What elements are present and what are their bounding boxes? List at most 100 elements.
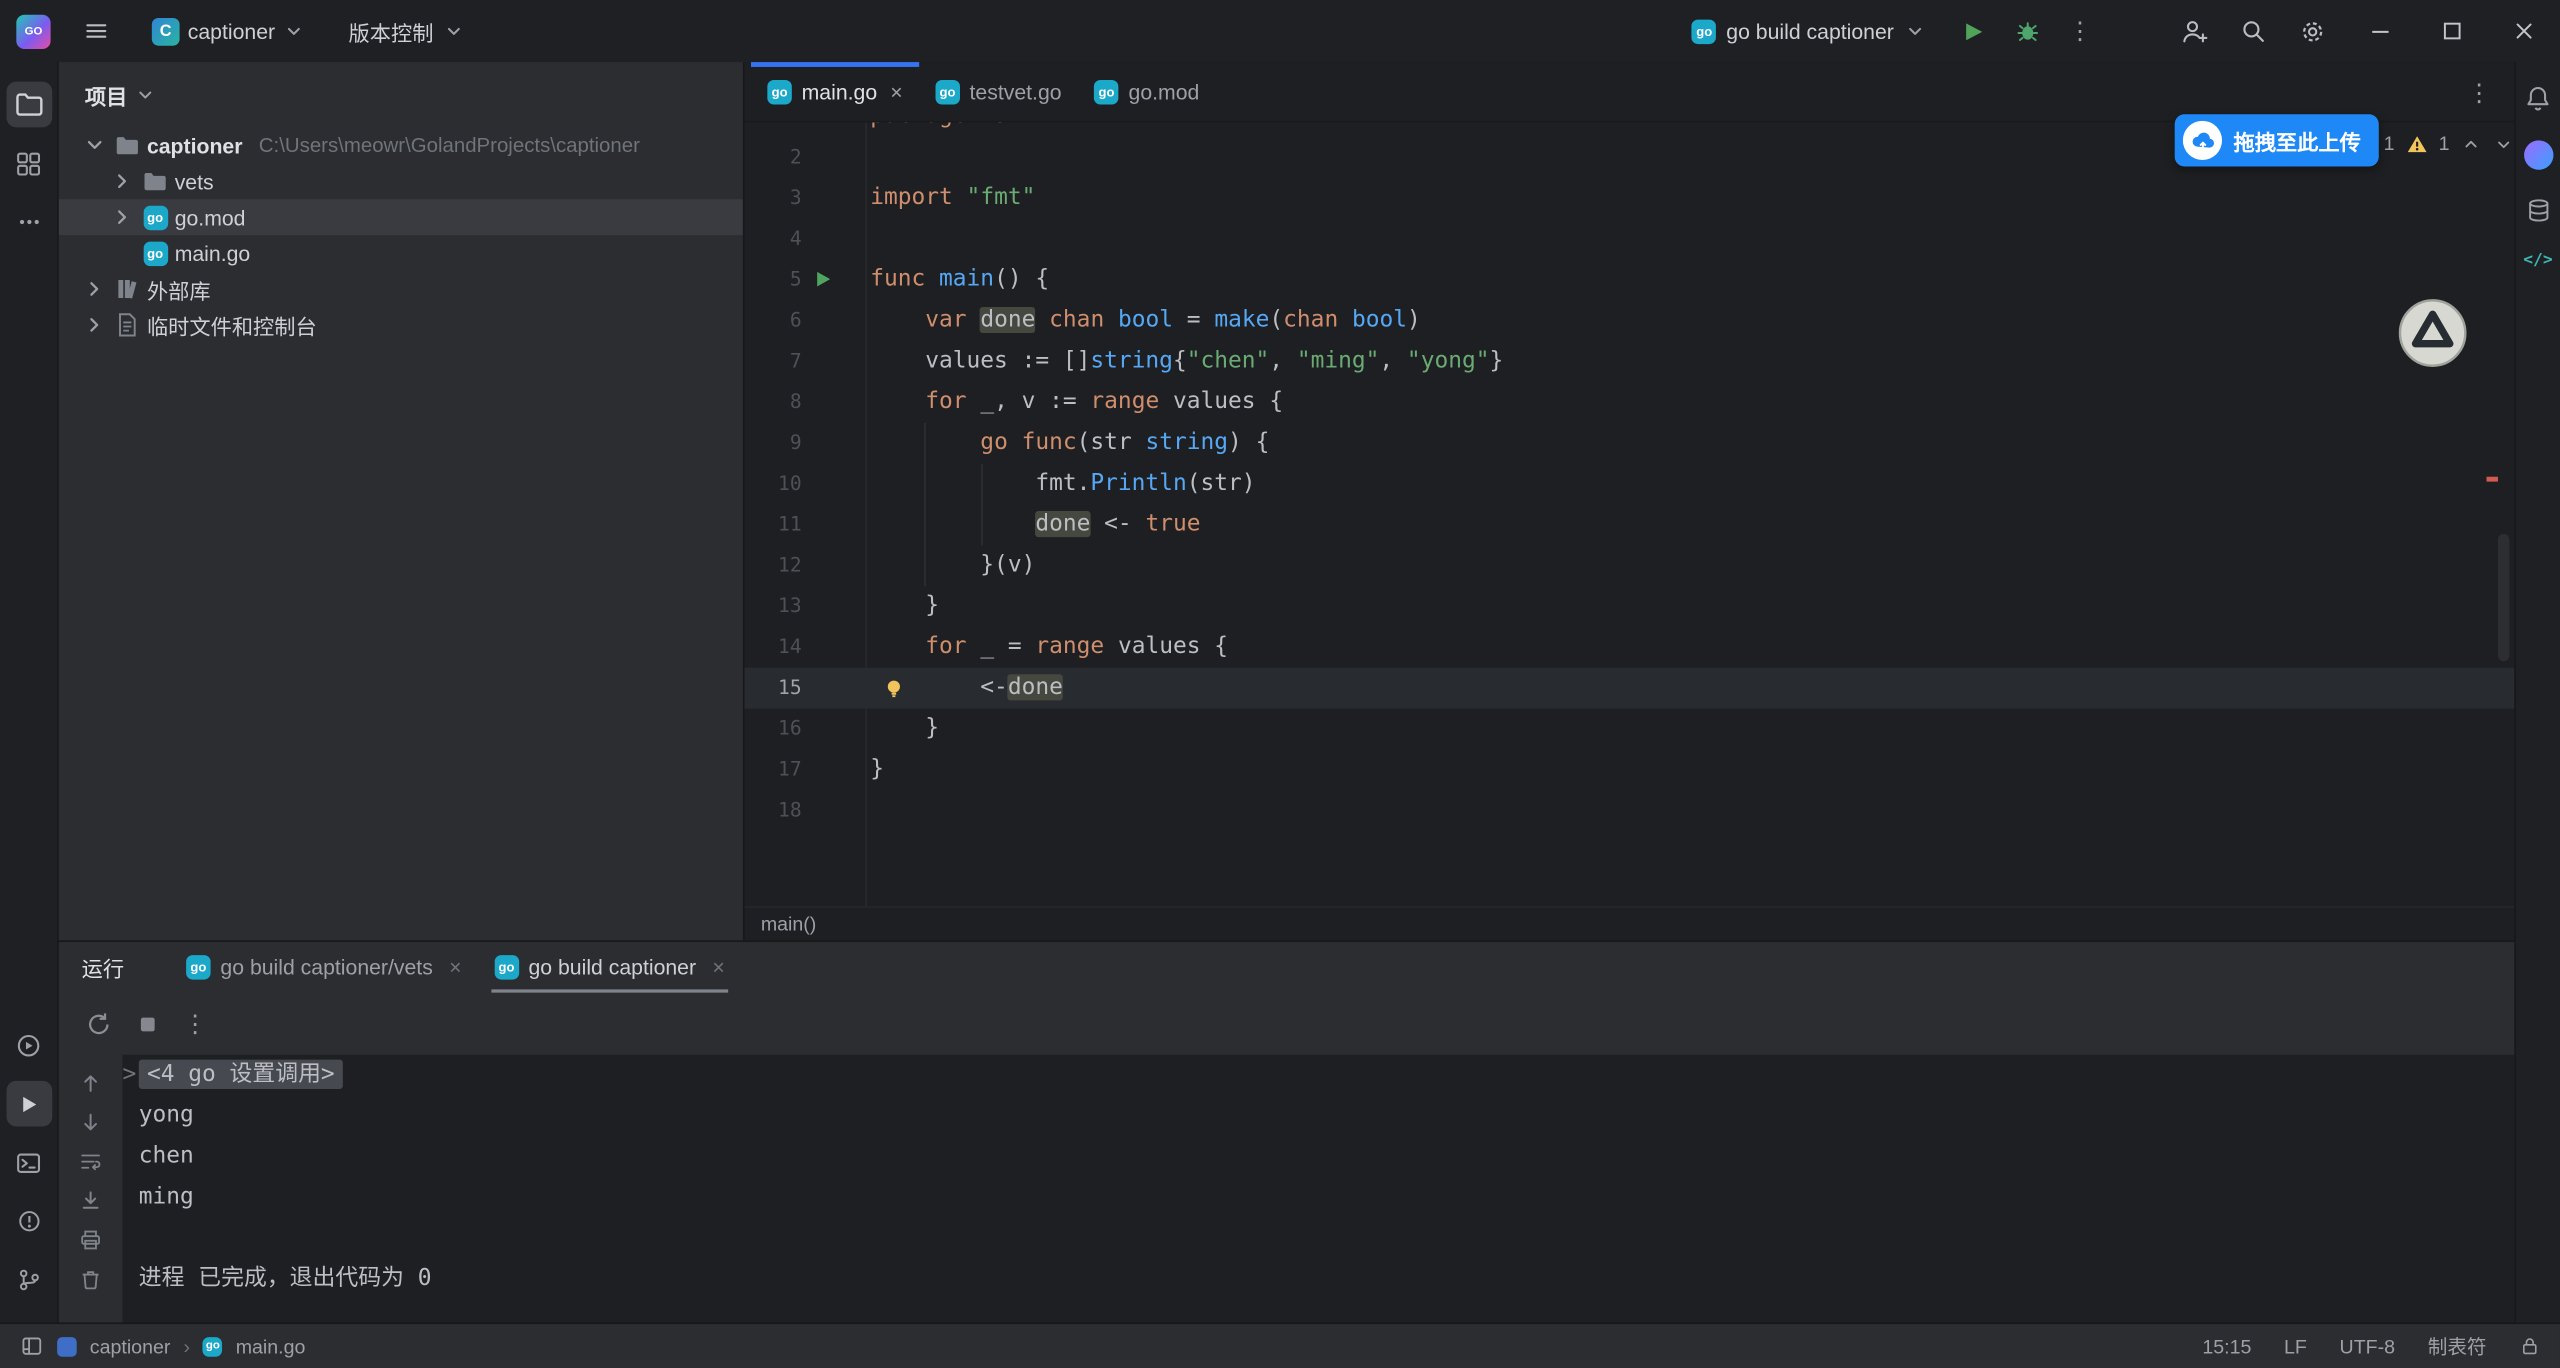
vcs-tool-button[interactable] bbox=[6, 1257, 52, 1303]
tab-testvet-go[interactable]: go testvet.go bbox=[919, 62, 1078, 121]
drag-upload-button[interactable]: 拖拽至此上传 bbox=[2175, 114, 2379, 166]
code-line-14[interactable]: 14 for _ = range values { bbox=[744, 627, 2514, 668]
services-tool-button[interactable] bbox=[6, 1022, 52, 1068]
gutter[interactable]: 6 bbox=[744, 300, 865, 341]
close-tab-icon[interactable]: × bbox=[890, 79, 902, 103]
settings-gear-button[interactable] bbox=[2289, 8, 2335, 54]
up-stack-trace-button[interactable] bbox=[78, 1071, 102, 1095]
gutter[interactable]: 10 bbox=[744, 464, 865, 505]
tree-item-scratches[interactable]: 临时文件和控制台 bbox=[59, 307, 743, 343]
next-problem-icon[interactable] bbox=[2494, 133, 2515, 154]
folded-command[interactable]: <4 go 设置调用> bbox=[139, 1060, 343, 1089]
rerun-button[interactable] bbox=[85, 1010, 113, 1038]
print-button[interactable] bbox=[78, 1228, 102, 1252]
database-tool-button[interactable] bbox=[2525, 198, 2551, 224]
code-line-6[interactable]: 6 var done chan bool = make(chan bool) bbox=[744, 300, 2514, 341]
gutter[interactable]: 9 bbox=[744, 423, 865, 464]
gutter[interactable]: 8 bbox=[744, 382, 865, 423]
gutter[interactable]: 18 bbox=[744, 790, 865, 831]
endpoints-tool-button[interactable]: </> bbox=[2523, 251, 2552, 269]
readonly-lock-icon[interactable] bbox=[2519, 1336, 2540, 1357]
main-menu-button[interactable] bbox=[73, 8, 119, 54]
code-editor[interactable]: 1package main23import "fmt"45func main()… bbox=[744, 122, 2514, 906]
intention-bulb-icon[interactable] bbox=[883, 678, 904, 699]
project-tool-button[interactable] bbox=[6, 82, 52, 128]
gutter[interactable]: 7 bbox=[744, 341, 865, 382]
tab-go-mod[interactable]: go go.mod bbox=[1078, 62, 1216, 121]
chevron-right-icon[interactable] bbox=[82, 312, 108, 338]
stop-button[interactable] bbox=[136, 1011, 160, 1035]
editor-options-icon[interactable]: ⋮ bbox=[2467, 62, 2491, 122]
vcs-widget[interactable]: 版本控制 bbox=[339, 11, 475, 52]
previous-problem-icon[interactable] bbox=[2461, 133, 2482, 154]
chevron-right-icon[interactable] bbox=[109, 168, 135, 194]
gutter[interactable]: 12 bbox=[744, 545, 865, 586]
code-line-15[interactable]: 15 <-done bbox=[744, 668, 2514, 709]
line-separator[interactable]: LF bbox=[2284, 1335, 2307, 1358]
tab-main-go[interactable]: go main.go × bbox=[751, 62, 919, 121]
chevron-right-icon[interactable] bbox=[109, 204, 135, 230]
code-line-7[interactable]: 7 values := []string{"chen", "ming", "yo… bbox=[744, 341, 2514, 382]
tree-item-gomod[interactable]: gogo.mod bbox=[59, 199, 743, 235]
terminal-tool-button[interactable] bbox=[6, 1140, 52, 1186]
gutter[interactable]: 13 bbox=[744, 586, 865, 627]
breadcrumb[interactable]: main() bbox=[761, 913, 817, 936]
cursor-position[interactable]: 15:15 bbox=[2202, 1335, 2251, 1358]
gutter[interactable]: 4 bbox=[744, 219, 865, 260]
tree-item-external-libraries[interactable]: 外部库 bbox=[59, 271, 743, 307]
project-panel-header[interactable]: 项目 bbox=[59, 62, 743, 127]
file-encoding[interactable]: UTF-8 bbox=[2340, 1335, 2396, 1358]
code-line-5[interactable]: 5func main() { bbox=[744, 260, 2514, 301]
gutter[interactable]: 2 bbox=[744, 137, 865, 178]
gutter[interactable]: 11 bbox=[744, 504, 865, 545]
tree-item-root[interactable]: captionerC:\Users\meowr\GolandProjects\c… bbox=[59, 127, 743, 163]
clear-console-button[interactable] bbox=[78, 1267, 102, 1291]
code-line-12[interactable]: 12 }(v) bbox=[744, 545, 2514, 586]
code-line-3[interactable]: 3import "fmt" bbox=[744, 178, 2514, 219]
run-line-icon[interactable] bbox=[813, 269, 833, 289]
code-line-13[interactable]: 13 } bbox=[744, 586, 2514, 627]
more-actions-button[interactable]: ⋮ bbox=[2057, 8, 2103, 54]
gutter[interactable]: 5 bbox=[744, 260, 865, 301]
search-everywhere-button[interactable] bbox=[2230, 8, 2276, 54]
code-line-17[interactable]: 17} bbox=[744, 749, 2514, 790]
code-line-9[interactable]: 9 go func(str string) { bbox=[744, 423, 2514, 464]
close-tab-icon[interactable]: × bbox=[449, 955, 461, 979]
problems-tool-button[interactable] bbox=[6, 1198, 52, 1244]
code-line-8[interactable]: 8 for _, v := range values { bbox=[744, 382, 2514, 423]
floating-overlay-icon[interactable] bbox=[2397, 297, 2469, 369]
tool-window-layout-icon[interactable] bbox=[20, 1334, 44, 1358]
close-window-button[interactable] bbox=[2488, 0, 2560, 62]
maximize-button[interactable] bbox=[2416, 0, 2488, 62]
scroll-to-end-button[interactable] bbox=[78, 1189, 102, 1213]
code-line-4[interactable]: 4 bbox=[744, 219, 2514, 260]
fold-chevron-icon[interactable]: > bbox=[122, 1055, 138, 1096]
structure-tool-button[interactable] bbox=[6, 140, 52, 186]
run-more-options-icon[interactable]: ⋮ bbox=[183, 1009, 207, 1038]
soft-wrap-button[interactable] bbox=[78, 1149, 102, 1173]
notifications-bell-button[interactable] bbox=[2524, 85, 2552, 113]
tree-item-vets[interactable]: vets bbox=[59, 163, 743, 199]
chevron-down-icon[interactable] bbox=[82, 132, 108, 158]
code-line-18[interactable]: 18 bbox=[744, 790, 2514, 831]
ai-assistant-button[interactable] bbox=[2523, 140, 2552, 169]
editor-scrollbar[interactable] bbox=[2498, 534, 2509, 661]
gutter[interactable]: 1 bbox=[744, 122, 865, 137]
gutter[interactable]: 3 bbox=[744, 178, 865, 219]
status-breadcrumb-file[interactable]: main.go bbox=[236, 1335, 306, 1358]
minimize-button[interactable] bbox=[2344, 0, 2416, 62]
more-tool-windows-button[interactable] bbox=[6, 199, 52, 245]
run-button[interactable] bbox=[1949, 8, 1995, 54]
run-tab-captioner[interactable]: go go build captioner × bbox=[478, 942, 741, 993]
gutter[interactable]: 16 bbox=[744, 709, 865, 750]
run-configuration-selector[interactable]: go go build captioner bbox=[1692, 19, 1927, 43]
tree-item-maingo[interactable]: gomain.go bbox=[59, 235, 743, 271]
indent-style[interactable]: 制表符 bbox=[2428, 1332, 2487, 1360]
project-selector[interactable]: C captioner bbox=[142, 12, 316, 50]
gutter[interactable]: 15 bbox=[744, 668, 865, 709]
error-stripe-mark[interactable] bbox=[2487, 477, 2498, 482]
gutter[interactable]: 17 bbox=[744, 749, 865, 790]
down-stack-trace-button[interactable] bbox=[78, 1110, 102, 1134]
status-breadcrumb-project[interactable]: captioner bbox=[90, 1335, 171, 1358]
run-console-output[interactable]: ><4 go 设置调用>yongchenming 进程 已完成，退出代码为 0 bbox=[122, 1055, 2514, 1323]
